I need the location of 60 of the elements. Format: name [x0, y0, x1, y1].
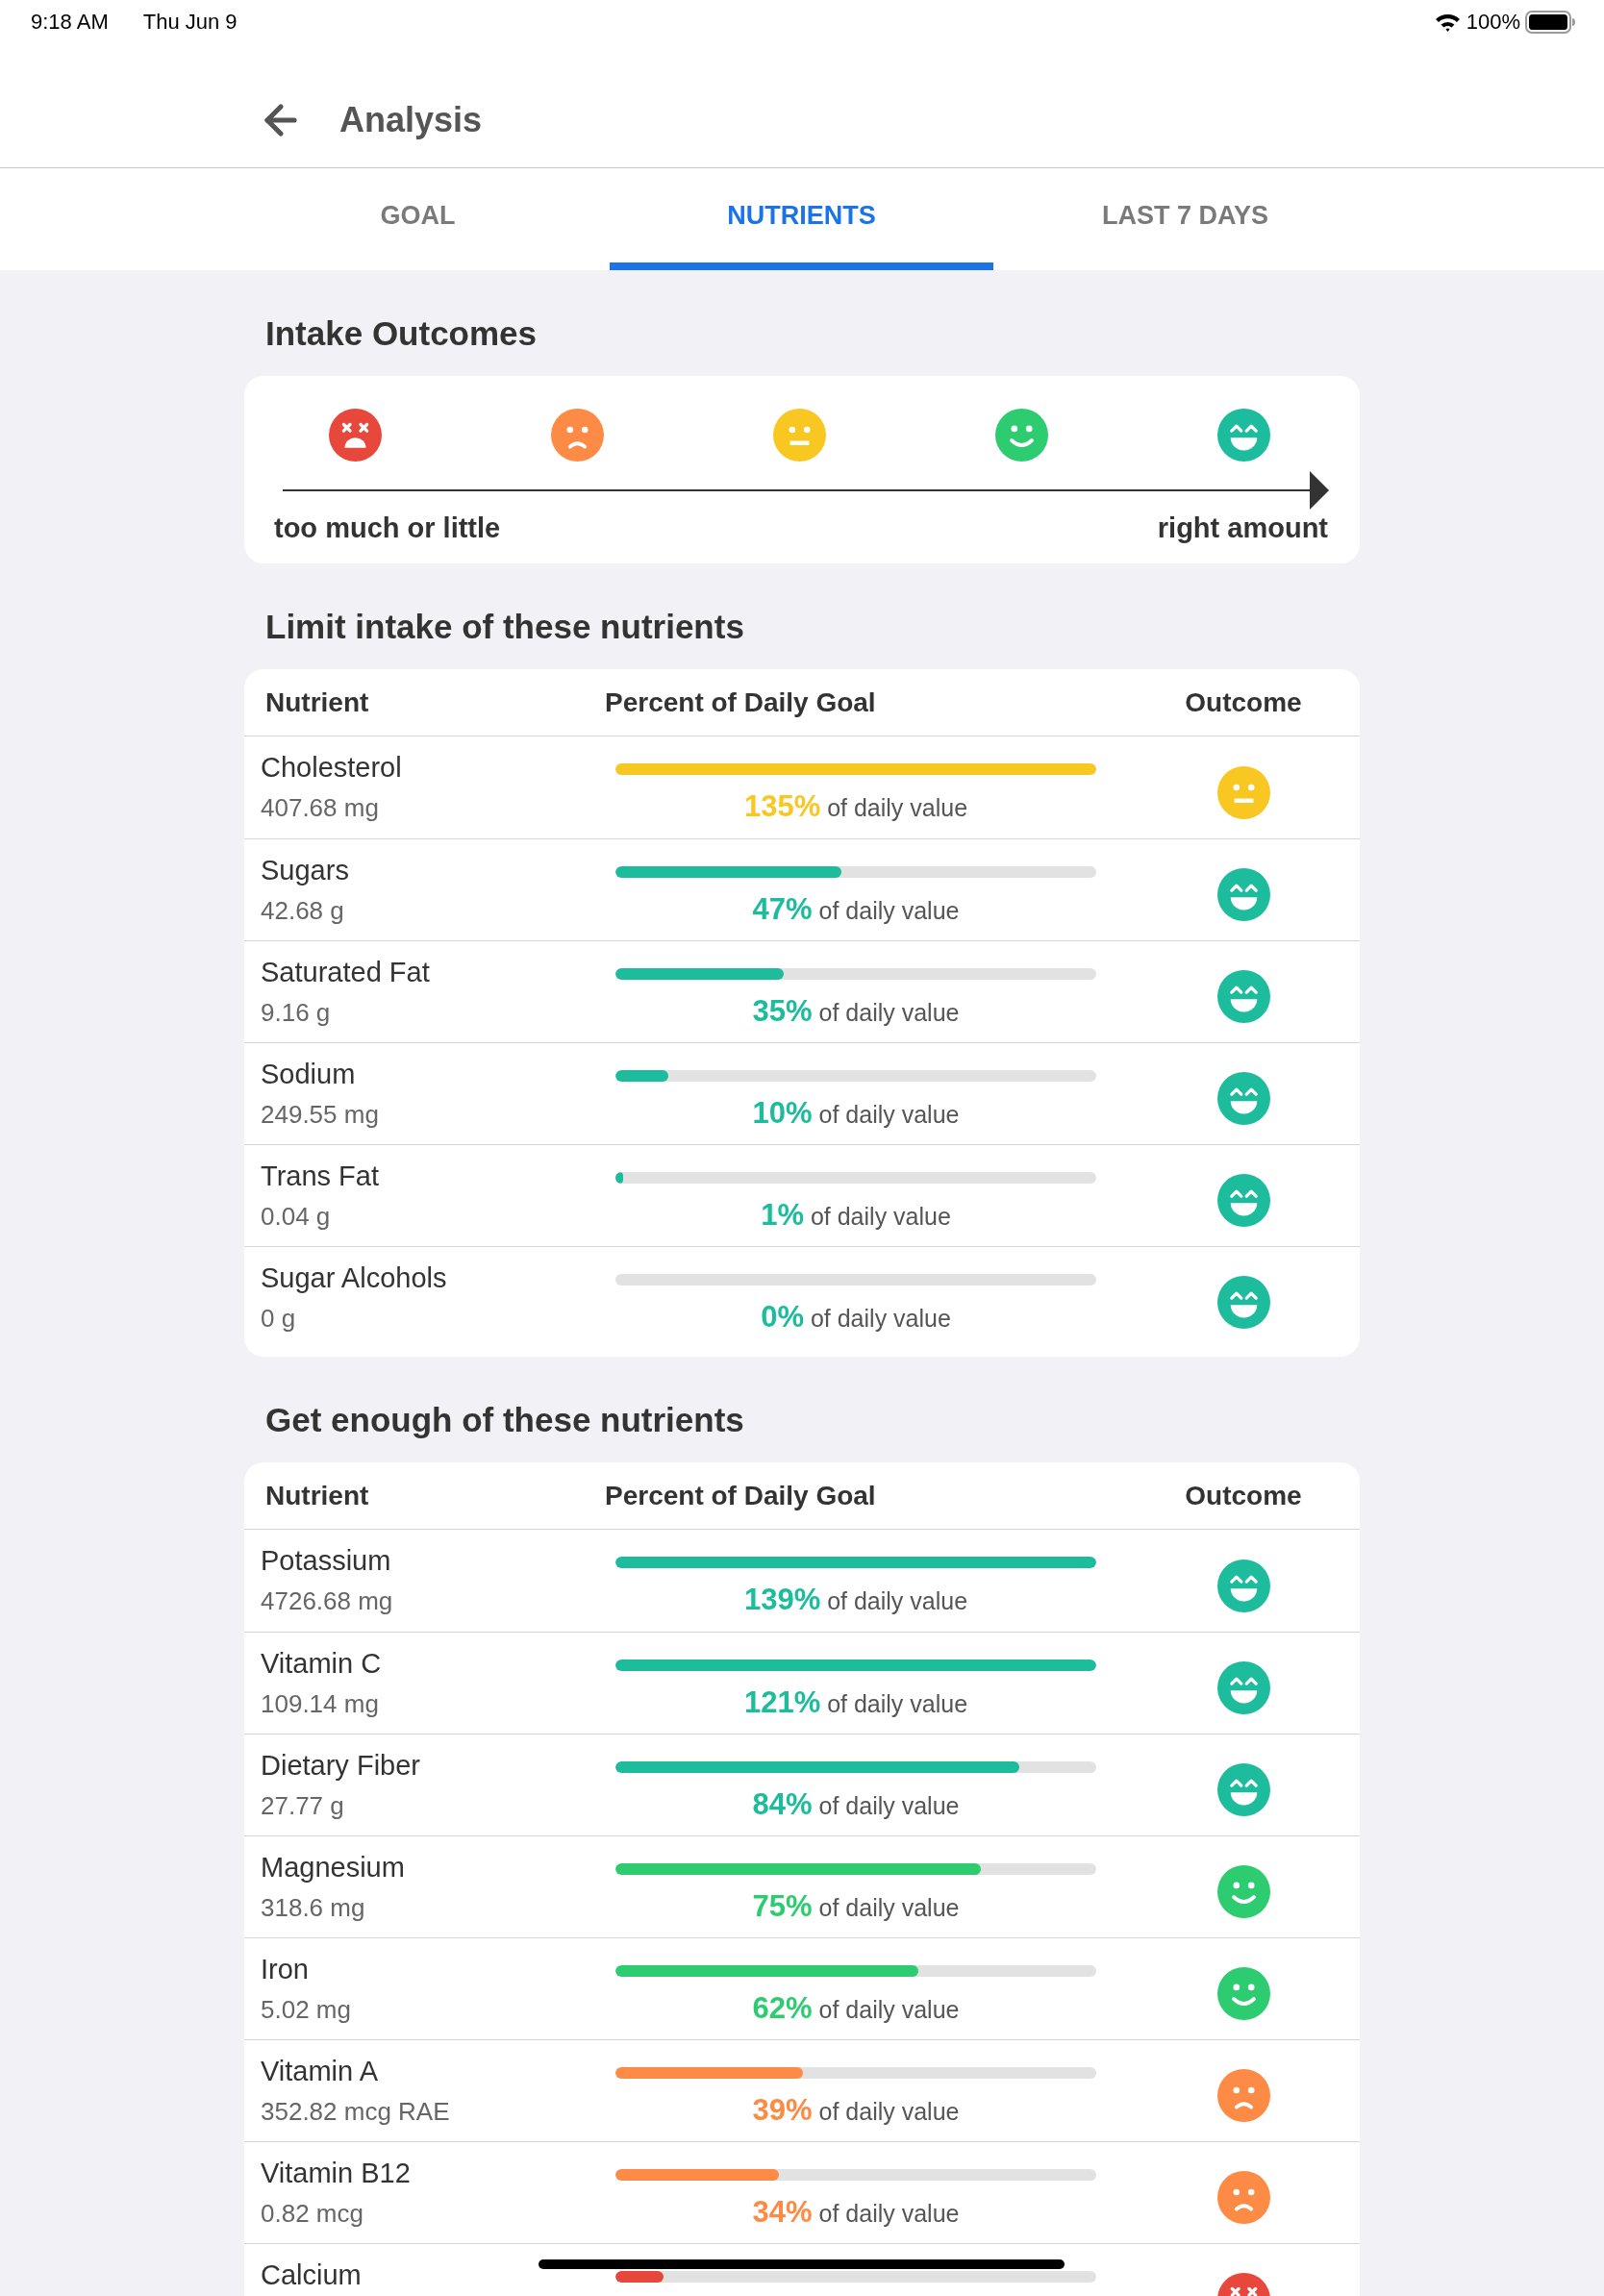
- nutrient-amount: 0.82 mcg: [261, 2198, 363, 2230]
- daily-value-text: 135% of daily value: [743, 788, 968, 825]
- section-title: Intake Outcomes: [265, 314, 538, 352]
- nutrient-name: Sugars: [261, 854, 349, 887]
- tab[interactable]: NUTRIENTS: [610, 168, 993, 270]
- battery-percent: 100%: [1466, 10, 1520, 35]
- battery-icon: [1525, 11, 1575, 34]
- tab[interactable]: GOAL: [226, 168, 610, 270]
- daily-value-text: 47% of daily value: [752, 891, 960, 928]
- nutrient-name: Cholesterol: [261, 751, 402, 785]
- daily-value-text: 34% of daily value: [752, 2194, 960, 2231]
- daily-value-text: 84% of daily value: [752, 1786, 960, 1823]
- nutrient-amount: 4726.68 mg: [261, 1585, 393, 1617]
- daily-value-text: 1% of daily value: [761, 1197, 951, 1234]
- nutrient-name: Magnesium: [261, 1851, 405, 1884]
- nutrient-name: Vitamin A: [261, 2055, 378, 2088]
- status-time: 9:18 AM: [31, 10, 109, 35]
- column-header: Outcome: [1185, 1480, 1302, 1511]
- daily-value-text: 121% of daily value: [743, 1685, 968, 1721]
- nutrient-amount: 5.02 mg: [261, 1994, 351, 2026]
- nutrient-name: Calcium: [261, 2259, 362, 2292]
- status-date: Thu Jun 9: [142, 10, 238, 35]
- daily-value-text: 139% of daily value: [743, 1582, 968, 1618]
- daily-value-text: 75% of daily value: [752, 1888, 960, 1925]
- nutrient-amount: 318.6 mg: [261, 1892, 365, 1924]
- nutrient-amount: 27.77 g: [261, 1790, 344, 1822]
- column-header: Nutrient: [265, 1480, 369, 1511]
- nutrient-amount: 0 g: [261, 1303, 296, 1335]
- section-title: Get enough of these nutrients: [265, 1401, 744, 1438]
- nutrient-amount: 109.14 mg: [261, 1688, 379, 1720]
- nutrient-amount: 407.68 mg: [261, 792, 379, 824]
- column-header: Percent of Daily Goal: [605, 1480, 876, 1511]
- nutrient-name: Dietary Fiber: [261, 1749, 420, 1783]
- nutrient-name: Sodium: [261, 1058, 356, 1091]
- nutrient-amount: 42.68 g: [261, 895, 344, 927]
- scale-label: too much or little: [274, 512, 501, 545]
- column-header: Nutrient: [265, 686, 369, 718]
- nutrient-name: Saturated Fat: [261, 956, 430, 989]
- daily-value-text: 0% of daily value: [761, 1299, 951, 1335]
- nutrient-amount: 9.16 g: [261, 997, 331, 1029]
- daily-value-text: 62% of daily value: [752, 1990, 960, 2027]
- nutrient-name: Iron: [261, 1953, 309, 1986]
- nutrient-name: Trans Fat: [261, 1160, 379, 1193]
- nutrient-amount: 352.82 mcg RAE: [261, 2096, 450, 2128]
- nutrient-amount: 249.55 mg: [261, 1099, 379, 1131]
- page-title: Analysis: [339, 100, 483, 140]
- column-header: Outcome: [1185, 686, 1302, 718]
- tab[interactable]: LAST 7 DAYS: [993, 168, 1377, 270]
- nutrient-amount: 0.04 g: [261, 1201, 331, 1233]
- nutrient-name: Potassium: [261, 1544, 391, 1578]
- daily-value-text: 10% of daily value: [752, 1095, 960, 1132]
- daily-value-text: 35% of daily value: [752, 993, 960, 1030]
- section-title: Limit intake of these nutrients: [265, 608, 744, 645]
- wifi-icon: [1434, 12, 1461, 32]
- nutrient-name: Vitamin C: [261, 1647, 382, 1681]
- scale-label: right amount: [1157, 512, 1328, 545]
- nutrient-name: Vitamin B12: [261, 2157, 411, 2190]
- daily-value-text: 39% of daily value: [752, 2092, 960, 2129]
- nutrient-name: Sugar Alcohols: [261, 1261, 447, 1295]
- column-header: Percent of Daily Goal: [605, 686, 876, 718]
